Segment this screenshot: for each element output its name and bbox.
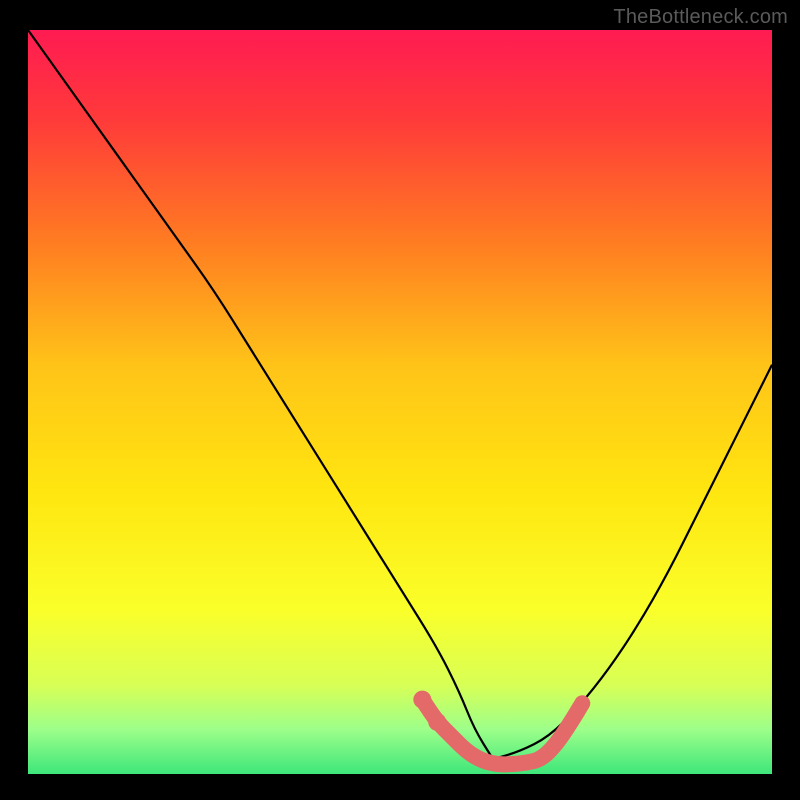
watermark-text: TheBottleneck.com bbox=[613, 6, 788, 29]
highlight-dot bbox=[428, 713, 446, 731]
chart-frame: TheBottleneck.com bbox=[0, 0, 800, 800]
gradient-background bbox=[28, 30, 772, 774]
chart-svg bbox=[28, 30, 772, 774]
chart-plot bbox=[28, 30, 772, 774]
highlight-dot bbox=[413, 691, 431, 709]
